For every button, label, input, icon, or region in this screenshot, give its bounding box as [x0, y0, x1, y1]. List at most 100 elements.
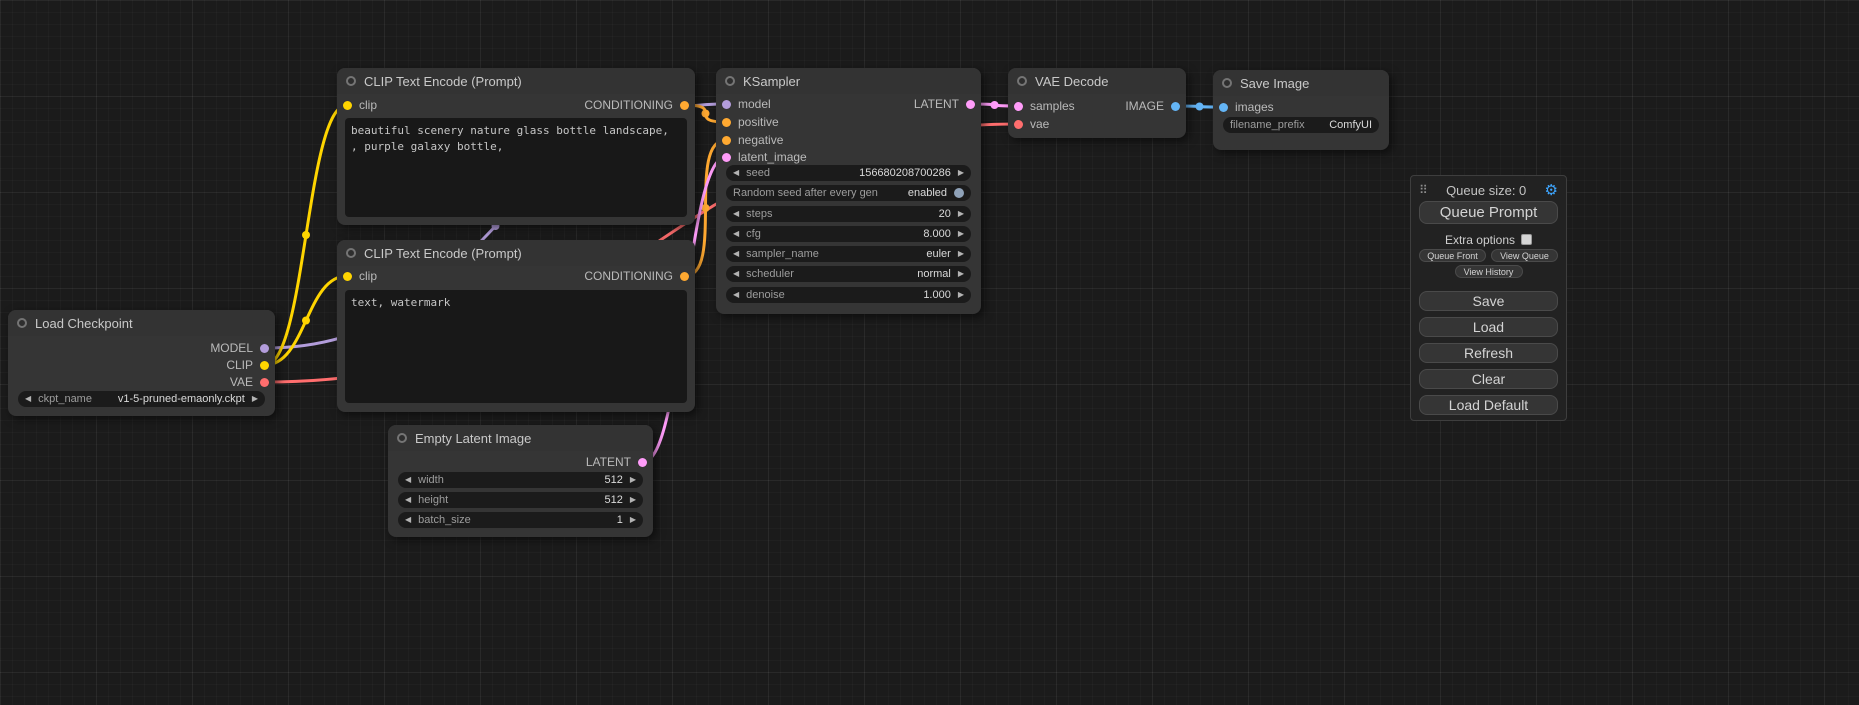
input-slot-dot[interactable]	[343, 272, 352, 281]
collapse-dot-icon[interactable]	[1222, 78, 1232, 88]
widget-steps[interactable]: ◀steps20▶	[726, 206, 971, 222]
output-slot-dot[interactable]	[638, 458, 647, 467]
extra-options-checkbox[interactable]	[1521, 234, 1532, 245]
increment-arrow-icon[interactable]: ▶	[958, 210, 964, 218]
input-slot-model[interactable]: model	[722, 96, 771, 112]
decrement-arrow-icon[interactable]: ◀	[733, 270, 739, 278]
prompt-textarea[interactable]: beautiful scenery nature glass bottle la…	[345, 118, 687, 217]
widget-height[interactable]: ◀height512▶	[398, 492, 643, 508]
widget-ckpt-name[interactable]: ◀ckpt_namev1-5-pruned-emaonly.ckpt▶	[18, 391, 265, 407]
increment-arrow-icon[interactable]: ▶	[630, 476, 636, 484]
collapse-dot-icon[interactable]	[17, 318, 27, 328]
increment-arrow-icon[interactable]: ▶	[958, 270, 964, 278]
decrement-arrow-icon[interactable]: ◀	[733, 250, 739, 258]
collapse-dot-icon[interactable]	[397, 433, 407, 443]
node-title-bar[interactable]: CLIP Text Encode (Prompt)	[337, 68, 695, 94]
settings-gear-icon[interactable]: ⚙	[1545, 183, 1558, 198]
toggle-knob-icon[interactable]	[954, 188, 964, 198]
input-slot-clip[interactable]: clip	[343, 97, 377, 113]
node-clip-text-encode-negative[interactable]: CLIP Text Encode (Prompt) clip CONDITIONIN…	[337, 240, 695, 412]
increment-arrow-icon[interactable]: ▶	[252, 395, 258, 403]
node-title-bar[interactable]: Load Checkpoint	[8, 310, 275, 336]
node-ksampler[interactable]: KSampler model positive negativelatent_imag…	[716, 68, 981, 314]
input-slot-dot[interactable]	[343, 101, 352, 110]
output-slot-conditioning[interactable]: CONDITIONING	[584, 97, 689, 113]
output-slot-dot[interactable]	[680, 101, 689, 110]
node-title-bar[interactable]: KSampler	[716, 68, 981, 94]
clear-button[interactable]: Clear	[1419, 369, 1558, 389]
output-slot-dot[interactable]	[260, 378, 269, 387]
node-empty-latent-image[interactable]: Empty Latent Image LATENT ◀width512▶ ◀heigh…	[388, 425, 653, 537]
output-slot-dot[interactable]	[1171, 102, 1180, 111]
graph-canvas[interactable]: Load Checkpoint MODELCLIPVAE◀ckpt_namev1-…	[0, 0, 1859, 705]
queue-front-button[interactable]: Queue Front	[1419, 249, 1486, 262]
decrement-arrow-icon[interactable]: ◀	[405, 476, 411, 484]
increment-arrow-icon[interactable]: ▶	[630, 496, 636, 504]
output-slot-model[interactable]: MODEL	[210, 340, 269, 356]
increment-arrow-icon[interactable]: ▶	[630, 516, 636, 524]
widget-sampler-name[interactable]: ◀sampler_nameeuler▶	[726, 246, 971, 262]
input-slot-dot[interactable]	[722, 153, 731, 162]
input-slot-clip[interactable]: clip	[343, 268, 377, 284]
input-slot-vae[interactable]: vae	[1014, 116, 1049, 132]
decrement-arrow-icon[interactable]: ◀	[733, 169, 739, 177]
prompt-textarea[interactable]: text, watermark	[345, 290, 687, 403]
node-clip-text-encode-positive[interactable]: CLIP Text Encode (Prompt) clip CONDITIONIN…	[337, 68, 695, 225]
collapse-dot-icon[interactable]	[725, 76, 735, 86]
input-slot-positive[interactable]: positive	[722, 114, 779, 130]
output-slot-dot[interactable]	[680, 272, 689, 281]
input-slot-dot[interactable]	[722, 136, 731, 145]
node-title-bar[interactable]: Save Image	[1213, 70, 1389, 96]
widget-batch-size[interactable]: ◀batch_size1▶	[398, 512, 643, 528]
save-button[interactable]: Save	[1419, 291, 1558, 311]
widget-denoise[interactable]: ◀denoise1.000▶	[726, 287, 971, 303]
node-save-image[interactable]: Save Image images filename_prefixComfyUI	[1213, 70, 1389, 150]
output-slot-clip[interactable]: CLIP	[226, 357, 269, 373]
increment-arrow-icon[interactable]: ▶	[958, 169, 964, 177]
input-slot-negative[interactable]: negative	[722, 132, 783, 148]
node-title-bar[interactable]: CLIP Text Encode (Prompt)	[337, 240, 695, 266]
input-slot-dot[interactable]	[722, 100, 731, 109]
input-slot-dot[interactable]	[722, 118, 731, 127]
load-button[interactable]: Load	[1419, 317, 1558, 337]
input-slot-latent-image[interactable]: latent_image	[722, 149, 807, 165]
decrement-arrow-icon[interactable]: ◀	[733, 230, 739, 238]
input-slot-images[interactable]: images	[1219, 99, 1274, 115]
node-load-checkpoint[interactable]: Load Checkpoint MODELCLIPVAE◀ckpt_namev1-…	[8, 310, 275, 416]
load-default-button[interactable]: Load Default	[1419, 395, 1558, 415]
queue-prompt-button[interactable]: Queue Prompt	[1419, 201, 1558, 224]
increment-arrow-icon[interactable]: ▶	[958, 250, 964, 258]
output-slot-image[interactable]: IMAGE	[1125, 98, 1180, 114]
drag-handle-icon[interactable]: ⠿	[1419, 183, 1428, 197]
view-history-button[interactable]: View History	[1455, 265, 1523, 278]
output-slot-vae[interactable]: VAE	[230, 374, 269, 390]
view-queue-button[interactable]: View Queue	[1491, 249, 1558, 262]
collapse-dot-icon[interactable]	[346, 248, 356, 258]
increment-arrow-icon[interactable]: ▶	[958, 230, 964, 238]
refresh-button[interactable]: Refresh	[1419, 343, 1558, 363]
output-slot-conditioning[interactable]: CONDITIONING	[584, 268, 689, 284]
widget-cfg[interactable]: ◀cfg8.000▶	[726, 226, 971, 242]
input-slot-dot[interactable]	[1219, 103, 1228, 112]
node-vae-decode[interactable]: VAE DecodesamplesvaeIMAGE	[1008, 68, 1186, 138]
output-slot-dot[interactable]	[966, 100, 975, 109]
decrement-arrow-icon[interactable]: ◀	[733, 291, 739, 299]
output-slot-latent[interactable]: LATENT	[586, 454, 647, 470]
decrement-arrow-icon[interactable]: ◀	[25, 395, 31, 403]
output-slot-dot[interactable]	[260, 361, 269, 370]
widget-width[interactable]: ◀width512▶	[398, 472, 643, 488]
input-slot-dot[interactable]	[1014, 120, 1023, 129]
widget-scheduler[interactable]: ◀schedulernormal▶	[726, 266, 971, 282]
node-title-bar[interactable]: Empty Latent Image	[388, 425, 653, 451]
widget-seed[interactable]: ◀seed156680208700286▶	[726, 165, 971, 181]
collapse-dot-icon[interactable]	[1017, 76, 1027, 86]
decrement-arrow-icon[interactable]: ◀	[405, 496, 411, 504]
widget-random-seed-after-every-gen[interactable]: Random seed after every genenabled	[726, 185, 971, 201]
output-slot-dot[interactable]	[260, 344, 269, 353]
decrement-arrow-icon[interactable]: ◀	[405, 516, 411, 524]
increment-arrow-icon[interactable]: ▶	[958, 291, 964, 299]
widget-filename-prefix[interactable]: filename_prefixComfyUI	[1223, 117, 1379, 133]
collapse-dot-icon[interactable]	[346, 76, 356, 86]
input-slot-samples[interactable]: samples	[1014, 98, 1075, 114]
decrement-arrow-icon[interactable]: ◀	[733, 210, 739, 218]
